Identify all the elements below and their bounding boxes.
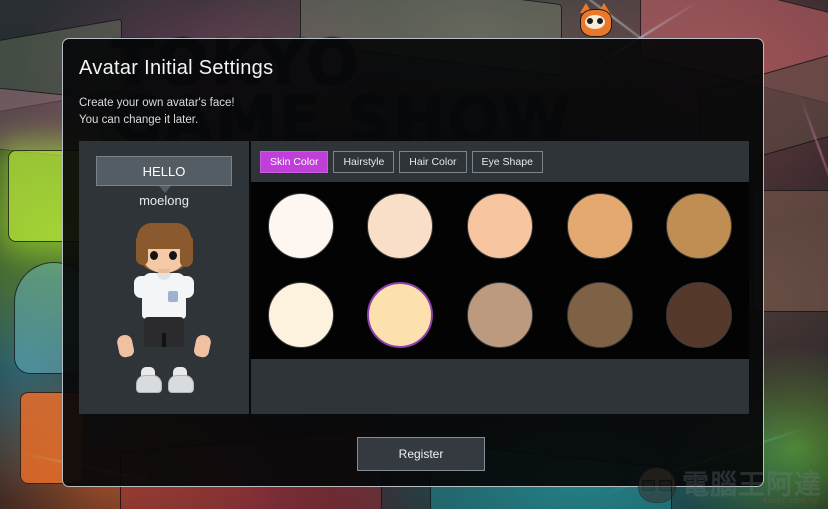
skin-color-swatch-10[interactable] (666, 281, 733, 348)
cat-mascot-icon (578, 3, 612, 39)
avatar-eye-right (169, 251, 177, 260)
skin-color-swatch-5[interactable] (666, 193, 733, 260)
skin-color-swatch-3[interactable] (466, 193, 533, 260)
skin-color-swatch-7[interactable] (367, 281, 434, 348)
skin-color-swatch-grid[interactable] (251, 182, 749, 359)
avatar[interactable] (114, 223, 214, 403)
skin-color-swatch-4[interactable] (566, 193, 633, 260)
watermark-subtext: kocpc.com.tw (763, 496, 818, 505)
mascot-eye-right-icon (597, 18, 603, 24)
skin-color-swatch-8[interactable] (466, 281, 533, 348)
avatar-shirt-logo-icon (168, 291, 178, 302)
mascot-eye-left-icon (587, 18, 593, 24)
avatar-settings-dialog: Avatar Initial Settings Create your own … (62, 38, 764, 487)
avatar-eye-left (150, 251, 158, 260)
skin-color-swatch-9[interactable] (566, 281, 633, 348)
avatar-shoe-right (168, 375, 194, 393)
watermark-text: 電腦王阿達 (682, 469, 822, 501)
customization-panel: Skin Color Hairstyle Hair Color Eye Shape (251, 141, 749, 414)
avatar-username: moelong (139, 193, 189, 208)
watermark: 電腦王阿達 kocpc.com.tw (638, 467, 822, 505)
page-title: Avatar Initial Settings (79, 57, 274, 79)
tab-hair-color[interactable]: Hair Color (399, 150, 467, 173)
avatar-hand-right (192, 333, 213, 359)
avatar-shoe-left (136, 375, 162, 393)
tab-skin-color[interactable]: Skin Color (260, 150, 329, 173)
avatar-hand-left (115, 333, 136, 359)
skin-color-swatch-1[interactable] (267, 193, 334, 260)
skin-color-swatch-2[interactable] (367, 193, 434, 260)
speech-bubble: HELLO (96, 156, 232, 186)
skin-color-swatch-6[interactable] (267, 281, 334, 348)
tab-eye-shape[interactable]: Eye Shape (471, 150, 543, 173)
avatar-preview-panel: HELLO moelong (79, 141, 249, 414)
panel-footer-strip (251, 359, 749, 414)
tab-bar: Skin Color Hairstyle Hair Color Eye Shape (251, 141, 749, 182)
app-screen: TOKYO GAME SHOW Avatar Initial Settings … (0, 0, 828, 509)
tab-hairstyle[interactable]: Hairstyle (333, 150, 395, 173)
avatar-hair-front (137, 223, 191, 249)
dialog-subtitle: Create your own avatar's face! You can c… (79, 97, 235, 127)
speech-bubble-tail-icon (159, 186, 171, 193)
register-button[interactable]: Register (357, 437, 485, 471)
avatar-shorts-split (162, 333, 166, 347)
watermark-face-icon (638, 467, 676, 503)
